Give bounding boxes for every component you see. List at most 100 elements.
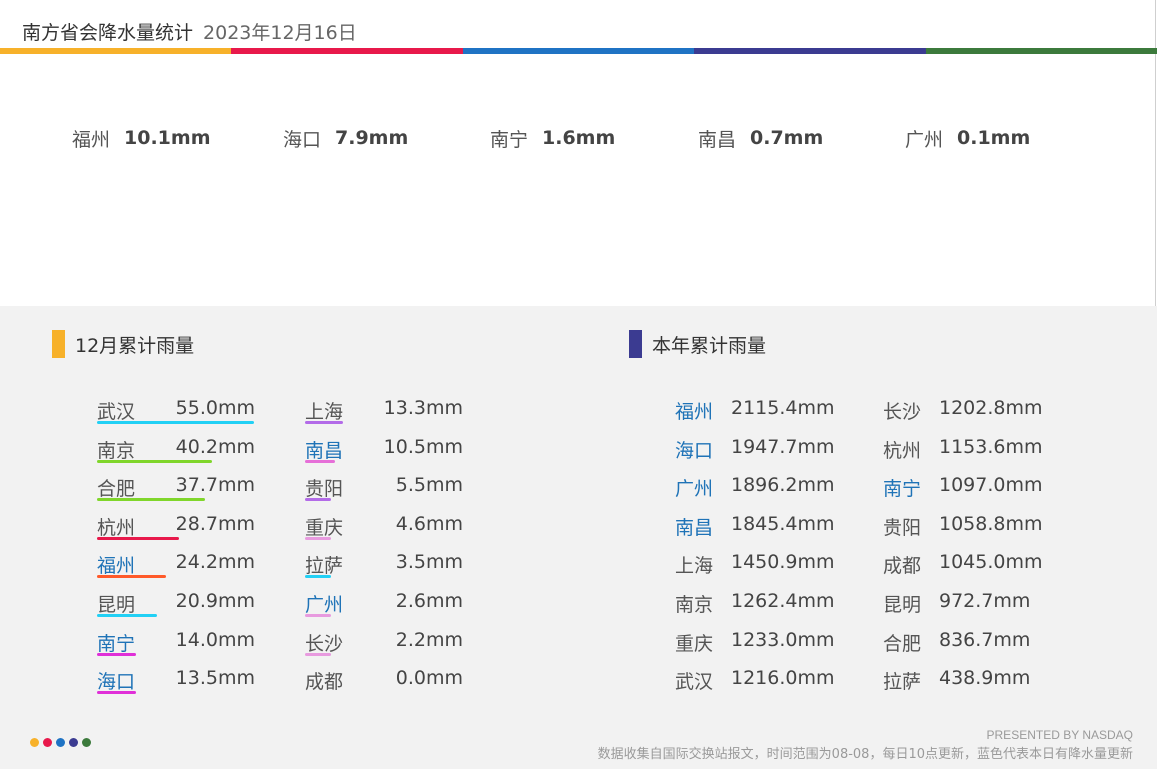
monthly-value: 3.5mm [395, 551, 463, 574]
yearly-row: 广州 1896.2mm [675, 470, 855, 506]
indicator-dot [69, 738, 78, 747]
monthly-city: 昆明 [97, 594, 136, 616]
yearly-row: 重庆 1233.0mm [675, 625, 855, 661]
yearly-value: 1153.6mm [939, 435, 1043, 458]
stripe-segment [0, 48, 232, 54]
monthly-row: 武汉 55.0mm [97, 393, 255, 429]
today-city: 福州 [72, 128, 111, 151]
yearly-city: 广州 [675, 478, 714, 501]
page-date: 2023年12月16日 [203, 21, 357, 44]
yearly-row: 武汉 1216.0mm [675, 663, 855, 699]
monthly-row: 昆明 20.9mm [97, 586, 255, 622]
monthly-value: 28.7mm [175, 512, 255, 535]
yearly-row: 拉萨 438.9mm [883, 663, 1063, 699]
color-stripe [0, 48, 1157, 54]
yearly-city: 贵阳 [883, 516, 922, 539]
yearly-value: 1097.0mm [939, 474, 1043, 497]
monthly-city: 成都 [305, 671, 344, 694]
monthly-underline [305, 652, 331, 656]
monthly-underline [97, 421, 254, 424]
yearly-row: 成都 1045.0mm [883, 547, 1063, 583]
monthly-row: 成都 0.0mm [305, 663, 463, 699]
monthly-underline [97, 691, 136, 695]
yearly-value: 836.7mm [939, 628, 1031, 651]
monthly-row: 合肥 37.7mm [97, 470, 255, 506]
monthly-row: 长沙 2.2mm [305, 625, 463, 661]
monthly-city: 广州 [305, 594, 344, 616]
monthly-city: 武汉 [97, 401, 136, 423]
yearly-city: 南宁 [883, 478, 922, 501]
today-item: 福州 10.1mm [72, 118, 211, 158]
today-value: 0.7mm [750, 127, 824, 149]
stripe-segment [925, 48, 1157, 54]
yearly-value: 1262.4mm [731, 590, 835, 612]
stripe-segment [694, 48, 926, 54]
monthly-underline [305, 459, 335, 463]
monthly-row: 贵阳 5.5mm [305, 470, 463, 506]
indicator-dot [43, 738, 52, 747]
monthly-city: 南宁 [97, 632, 136, 655]
monthly-row: 杭州 28.7mm [97, 509, 255, 545]
yearly-title: 本年累计雨量 [652, 334, 767, 357]
monthly-value: 2.6mm [395, 590, 463, 612]
yearly-city: 长沙 [883, 401, 922, 423]
footer-note: 数据收集自国际交换站报文，时间范围为08-08，每日10点更新，蓝色代表本日有降… [597, 747, 1133, 762]
monthly-value: 4.6mm [395, 512, 463, 535]
presented-by: PRESENTED BY NASDAQ [986, 728, 1133, 742]
yearly-city: 武汉 [675, 671, 714, 694]
yearly-city: 南京 [675, 594, 714, 616]
today-value: 10.1mm [124, 127, 211, 149]
monthly-underline [305, 421, 343, 424]
today-city: 广州 [905, 128, 944, 151]
today-city: 海口 [283, 128, 322, 151]
monthly-value: 37.7mm [175, 474, 255, 497]
monthly-underline [97, 536, 179, 540]
monthly-city: 南昌 [305, 439, 344, 462]
stripe-segment [231, 48, 463, 54]
yearly-value: 438.9mm [939, 667, 1031, 690]
yearly-row: 昆明 972.7mm [883, 586, 1063, 622]
today-item: 南宁 1.6mm [490, 118, 615, 158]
monthly-underline [305, 498, 331, 502]
yearly-city: 昆明 [883, 594, 922, 616]
today-city: 南宁 [490, 128, 529, 151]
yearly-city: 杭州 [883, 439, 922, 462]
monthly-underline [97, 498, 205, 502]
monthly-value: 20.9mm [175, 590, 255, 612]
today-value: 0.1mm [957, 127, 1031, 149]
yearly-value: 1216.0mm [731, 667, 835, 690]
monthly-value: 2.2mm [395, 628, 463, 651]
today-value: 1.6mm [542, 127, 616, 149]
monthly-value: 40.2mm [175, 435, 255, 458]
monthly-value: 0.0mm [395, 667, 463, 690]
monthly-value: 10.5mm [383, 435, 463, 458]
monthly-value: 5.5mm [395, 474, 463, 497]
yearly-city: 拉萨 [883, 671, 922, 694]
yearly-row: 杭州 1153.6mm [883, 432, 1063, 468]
yearly-row: 福州 2115.4mm [675, 393, 855, 429]
monthly-value: 24.2mm [175, 551, 255, 574]
today-rainfall-row: 福州 10.1mm 海口 7.9mm 南宁 1.6mm 南昌 0.7mm 广州 0.1mm [0, 118, 1157, 158]
yearly-row: 上海 1450.9mm [675, 547, 855, 583]
yearly-city: 南昌 [675, 516, 714, 539]
monthly-row: 上海 13.3mm [305, 393, 463, 429]
monthly-value: 13.3mm [383, 397, 463, 419]
monthly-accent-bar [52, 330, 65, 358]
stripe-segment [462, 48, 695, 54]
yearly-value: 1845.4mm [731, 512, 835, 535]
yearly-city: 海口 [675, 439, 714, 462]
yearly-row: 南京 1262.4mm [675, 586, 855, 622]
yearly-value: 1896.2mm [731, 474, 835, 497]
monthly-underline [97, 575, 166, 579]
indicator-dot [30, 738, 39, 747]
indicator-dot [82, 738, 91, 747]
monthly-underline [97, 652, 136, 656]
monthly-underline [97, 614, 157, 617]
monthly-row: 南京 40.2mm [97, 432, 255, 468]
monthly-city: 拉萨 [305, 555, 344, 578]
yearly-row: 南宁 1097.0mm [883, 470, 1063, 506]
yearly-value: 1947.7mm [731, 435, 835, 458]
monthly-underline [305, 575, 331, 579]
monthly-city: 南京 [97, 439, 136, 462]
monthly-city: 重庆 [305, 516, 344, 539]
